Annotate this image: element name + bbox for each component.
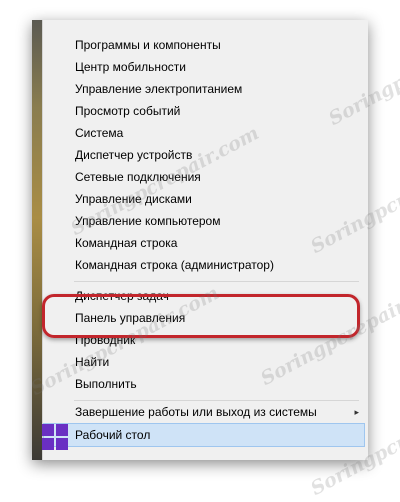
menu-item-file-explorer[interactable]: Проводник <box>44 329 368 351</box>
menu-item-network-connections[interactable]: Сетевые подключения <box>44 166 368 188</box>
menu-item-label: Завершение работы или выход из системы <box>75 405 317 419</box>
menu-separator <box>74 281 359 282</box>
windows-logo-icon[interactable] <box>42 424 68 450</box>
menu-item-command-prompt-admin[interactable]: Командная строка (администратор) <box>44 254 368 276</box>
menu-item-device-manager[interactable]: Диспетчер устройств <box>44 144 368 166</box>
win-x-menu: Программы и компоненты Центр мобильности… <box>42 20 368 460</box>
menu-item-power-options[interactable]: Управление электропитанием <box>44 78 368 100</box>
menu-item-programs-features[interactable]: Программы и компоненты <box>44 34 368 56</box>
menu-item-control-panel[interactable]: Панель управления <box>44 307 368 329</box>
menu-item-search[interactable]: Найти <box>44 351 368 373</box>
menu-item-computer-management[interactable]: Управление компьютером <box>44 210 368 232</box>
desktop-background <box>32 20 42 460</box>
menu-item-command-prompt[interactable]: Командная строка <box>44 232 368 254</box>
menu-item-desktop[interactable]: Рабочий стол <box>43 423 365 447</box>
menu-item-disk-management[interactable]: Управление дисками <box>44 188 368 210</box>
context-menu-window: Программы и компоненты Центр мобильности… <box>32 20 368 460</box>
menu-item-run[interactable]: Выполнить <box>44 373 368 395</box>
menu-item-task-manager[interactable]: Диспетчер задач <box>44 285 368 307</box>
menu-item-system[interactable]: Система <box>44 122 368 144</box>
menu-item-event-viewer[interactable]: Просмотр событий <box>44 100 368 122</box>
menu-item-mobility-center[interactable]: Центр мобильности <box>44 56 368 78</box>
menu-item-shutdown-signout[interactable]: Завершение работы или выход из системы ▸ <box>44 401 368 423</box>
chevron-right-icon: ▸ <box>354 407 359 417</box>
